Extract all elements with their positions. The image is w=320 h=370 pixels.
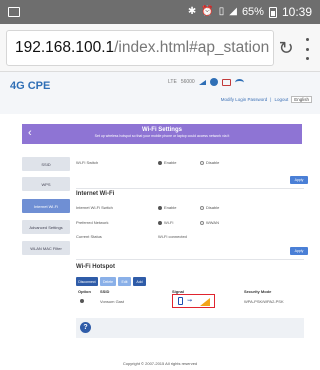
preferred-wwan-option[interactable]: WWAN (200, 220, 219, 225)
radio-selected-icon (80, 299, 84, 303)
language-select[interactable]: English (291, 96, 312, 103)
radio-selected-icon (158, 205, 162, 210)
url-path: /index.html#ap_station (114, 39, 270, 56)
network-icon (209, 78, 218, 86)
radio-icon (200, 160, 204, 165)
page-subtitle: Set up wireless hotspot so that your mob… (94, 134, 230, 138)
radio-selected-icon (158, 220, 162, 225)
modify-password-link[interactable]: Modify Login Password (221, 97, 268, 102)
disconnect-button[interactable]: Disconnect (76, 277, 98, 286)
internet-wifi-disable[interactable]: Disable (200, 205, 219, 210)
signal-indicator: ⇝ (172, 294, 215, 308)
row-ssid: Vonsum Gast (100, 299, 125, 304)
bluetooth-icon: ✱ (187, 6, 197, 17)
add-button[interactable]: Add (133, 277, 146, 286)
signal-icon: ◢ (229, 6, 237, 17)
header-status-icons: LTE 56000 (168, 78, 244, 86)
brand-logo: 4G CPE (10, 80, 51, 92)
preferred-wifi-option[interactable]: Wi-Fi (158, 220, 173, 225)
help-icon[interactable]: ? (80, 322, 91, 333)
status-icons: ✱ ⏰ ▯ ◢ 65% 10:39 (188, 5, 312, 19)
phone-icon (178, 297, 183, 305)
settings-banner: ‹ Wi-Fi Settings Set up wireless hotspot… (22, 124, 302, 144)
status-bar: ✱ ⏰ ▯ ◢ 65% 10:39 (0, 0, 320, 24)
radio-icon (200, 205, 204, 210)
address-bar[interactable]: 192.168.100.1/index.html#ap_station (6, 30, 274, 66)
sidebar-item-internet-wifi[interactable]: Internet Wi-Fi (22, 199, 70, 213)
back-arrow-icon[interactable]: ‹ (28, 127, 32, 139)
url-host: 192.168.100.1 (15, 39, 115, 56)
battery-icon (268, 6, 277, 18)
browser-toolbar: 192.168.100.1/index.html#ap_station ↻ (0, 24, 320, 72)
current-status-label: Current Status (76, 234, 102, 239)
divider (76, 259, 304, 260)
battery-percent: 65% (241, 6, 264, 18)
app-icon (8, 7, 20, 17)
internet-wifi-title: Internet Wi-Fi (76, 191, 115, 197)
divider (76, 188, 304, 189)
hotspot-title: Wi-Fi Hotspot (76, 264, 115, 270)
sidebar-item-advanced-settings[interactable]: Advanced Settings (22, 220, 70, 234)
cpe-header: 4G CPE LTE 56000 Modify Login Password |… (0, 72, 320, 114)
sidebar-item-ssid[interactable]: SSID (22, 157, 70, 171)
col-option: Option (78, 289, 91, 294)
radio-selected-icon (158, 160, 162, 165)
col-security: Security Mode (244, 289, 272, 294)
apply-button-internet-wifi[interactable]: Apply (290, 247, 308, 255)
edit-button[interactable]: Edit (118, 277, 131, 286)
logout-link[interactable]: Logout (274, 97, 288, 102)
wifi-icon (234, 78, 244, 86)
mail-icon[interactable] (221, 78, 231, 86)
row-radio[interactable] (80, 299, 84, 304)
signal-bars-icon (200, 297, 210, 306)
internet-wifi-enable[interactable]: Enable (158, 205, 176, 210)
header-links: Modify Login Password | Logout English (221, 96, 312, 103)
signal-strength-icon (198, 79, 206, 85)
overflow-menu-icon[interactable] (302, 38, 312, 60)
sidebar-item-wps[interactable]: WPS (22, 177, 70, 191)
info-panel: ? (76, 318, 304, 338)
vibrate-icon: ▯ (218, 6, 225, 17)
radio-icon (200, 220, 204, 225)
apply-button-wifi[interactable]: Apply (290, 176, 308, 184)
operator-name: 56000 (180, 79, 195, 85)
sidebar-item-wlan-mac-filter[interactable]: WLAN MAC Filter (22, 241, 70, 255)
reload-icon[interactable]: ↻ (274, 36, 298, 60)
wifi-switch-disable[interactable]: Disable (200, 160, 219, 165)
page-title: Wi-Fi Settings (142, 127, 182, 133)
delete-button[interactable]: Delete (100, 277, 116, 286)
current-status-value: Wi-Fi connected (158, 234, 187, 239)
footer-copyright: Copyright © 2007-2015 All rights reserve… (122, 361, 198, 366)
alarm-icon: ⏰ (201, 6, 214, 17)
network-type: LTE (168, 79, 177, 85)
status-time: 10:39 (281, 5, 312, 19)
col-ssid: SSID (100, 289, 110, 294)
wifi-switch-enable[interactable]: Enable (158, 160, 176, 165)
row-security: WPA-PSK/WPA2-PSK (244, 299, 284, 304)
preferred-network-label: Preferred Network (76, 220, 109, 225)
wifi-switch-label: Wi-Fi Switch (76, 160, 99, 165)
arrow-icon: ⇝ (187, 298, 193, 304)
internet-wifi-switch-label: Internet Wi-Fi Switch (76, 205, 113, 210)
